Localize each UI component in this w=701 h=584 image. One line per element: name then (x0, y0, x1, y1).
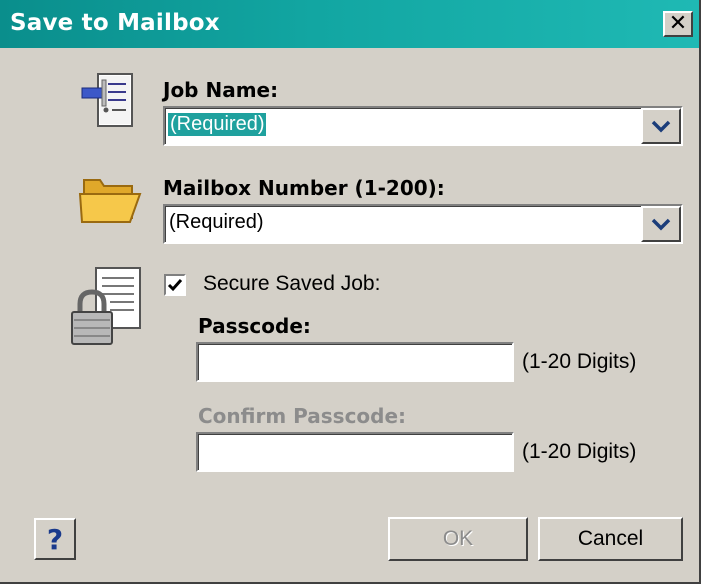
locked-document-icon (71, 267, 141, 345)
passcode-field-border (198, 344, 512, 380)
job-name-dropdown-button[interactable] (641, 108, 681, 144)
mailbox-number-label: Mailbox Number (1-200): (163, 176, 445, 200)
ok-button[interactable]: OK (388, 517, 528, 561)
passcode-hint: (1-20 Digits) (522, 350, 637, 373)
checkmark-icon (167, 279, 183, 292)
question-mark-icon: ? (46, 522, 64, 556)
passcode-label: Passcode: (198, 314, 311, 338)
cancel-button-label: Cancel (577, 527, 644, 550)
secure-saved-job-checkbox[interactable] (164, 274, 186, 296)
job-name-label: Job Name: (163, 78, 279, 102)
ok-button-label: OK (442, 527, 474, 550)
cancel-button[interactable]: Cancel (538, 517, 683, 561)
job-name-input[interactable]: (Required) (168, 113, 267, 136)
close-button[interactable]: ✕ (663, 11, 693, 37)
mailbox-number-dropdown-button[interactable] (641, 206, 681, 242)
help-button[interactable]: ? (34, 518, 76, 560)
secure-saved-job-label[interactable]: Secure Saved Job: (203, 272, 380, 296)
confirm-passcode-hint: (1-20 Digits) (522, 440, 637, 463)
chevron-down-icon (651, 218, 671, 231)
confirm-passcode-label: Confirm Passcode: (198, 404, 407, 428)
mailbox-number-input[interactable]: (Required) (169, 211, 263, 234)
close-icon: ✕ (668, 11, 688, 36)
passcode-input[interactable] (196, 342, 514, 382)
job-document-icon (81, 73, 133, 127)
mailbox-number-combobox[interactable]: (Required) (163, 204, 683, 244)
folder-icon (78, 179, 142, 223)
title-bar[interactable]: Save to Mailbox ✕ (0, 0, 699, 48)
chevron-down-icon (651, 120, 671, 133)
confirm-passcode-field-border (198, 434, 512, 470)
job-name-combobox[interactable]: (Required) (163, 106, 683, 146)
save-to-mailbox-dialog: Save to Mailbox ✕ Job Name: (Required) M… (0, 0, 701, 584)
confirm-passcode-input[interactable] (196, 432, 514, 472)
window-title: Save to Mailbox (10, 10, 220, 36)
